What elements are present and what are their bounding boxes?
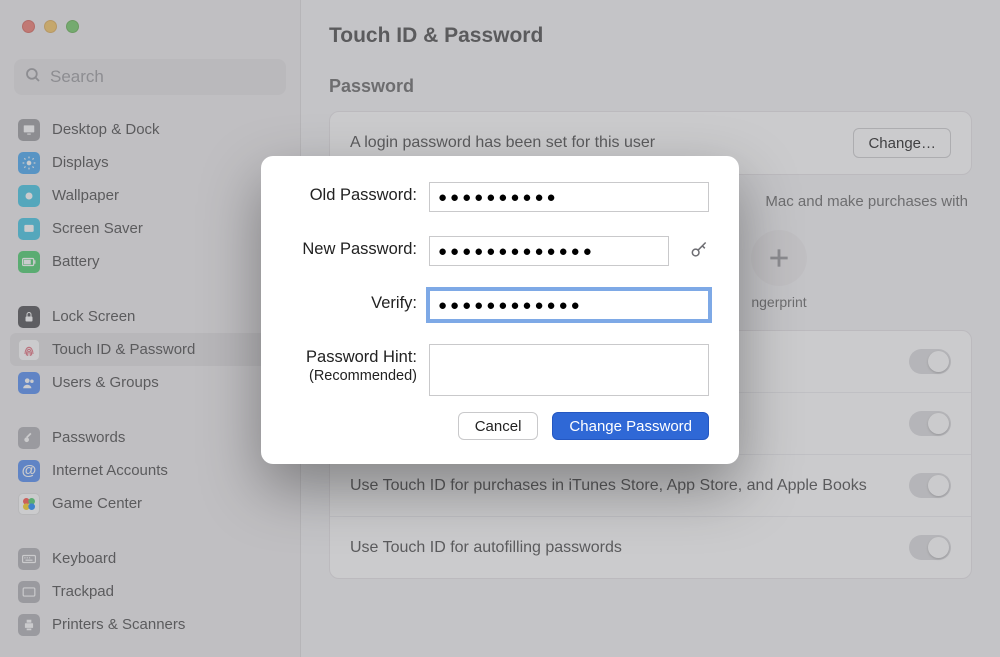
change-password-dialog: Old Password: New Password: Verify: Pass… xyxy=(261,156,739,464)
key-icon[interactable] xyxy=(689,240,709,265)
password-hint-sublabel: (Recommended) xyxy=(309,368,417,384)
cancel-button[interactable]: Cancel xyxy=(458,412,539,440)
old-password-label: Old Password: xyxy=(291,186,417,205)
verify-password-label: Verify: xyxy=(291,294,417,313)
old-password-input[interactable] xyxy=(429,182,709,212)
verify-password-input[interactable] xyxy=(429,290,709,320)
password-hint-input[interactable] xyxy=(429,344,709,396)
change-password-submit[interactable]: Change Password xyxy=(552,412,709,440)
password-hint-label: Password Hint: xyxy=(291,348,417,367)
new-password-input[interactable] xyxy=(429,236,669,266)
new-password-label: New Password: xyxy=(291,240,417,259)
